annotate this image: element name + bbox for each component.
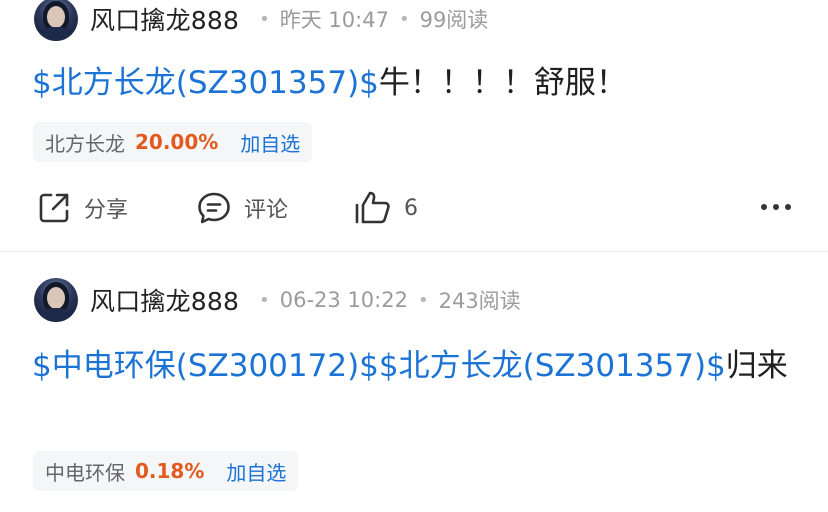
separator-dot: • — [398, 8, 410, 30]
post-time: 06-23 10:22 — [279, 288, 408, 312]
more-button[interactable] — [760, 196, 792, 218]
action-bar: 分享 评论 6 — [0, 182, 828, 232]
separator-dot: • — [417, 289, 429, 311]
separator-dot: • — [259, 289, 270, 311]
stock-name: 中电环保 — [45, 460, 125, 485]
stock-change: 0.18% — [135, 459, 205, 483]
post-time: 昨天 10:47 — [279, 8, 389, 32]
avatar[interactable] — [34, 278, 78, 322]
comment-label: 评论 — [244, 198, 289, 223]
author-name[interactable]: 风口擒龙888 — [90, 1, 239, 37]
view-count: 99阅读 — [419, 8, 489, 32]
post-content: $北方长龙(SZ301357)$牛！！！！舒服！ — [32, 61, 792, 105]
post-meta: • 昨天 10:47 • 99阅读 — [249, 4, 488, 34]
post-text: 归来 — [725, 348, 788, 384]
like-button[interactable]: 6 — [354, 190, 418, 226]
comment-button[interactable]: 评论 — [196, 190, 288, 226]
separator-dot: • — [259, 8, 270, 30]
like-count: 6 — [404, 195, 418, 221]
author-row: 风口擒龙888 • 昨天 10:47 • 99阅读 — [34, 0, 488, 43]
share-button[interactable]: 分享 — [36, 190, 128, 226]
post-divider — [0, 251, 828, 252]
add-watchlist-button[interactable]: 加自选 — [226, 457, 286, 486]
cashtag-link[interactable]: $北方长龙(SZ301357)$ — [32, 65, 379, 101]
author-row: 风口擒龙888 • 06-23 10:22 • 243阅读 — [34, 276, 521, 324]
stock-chip[interactable]: 中电环保 0.18% 加自选 — [33, 451, 299, 491]
add-watchlist-button[interactable]: 加自选 — [240, 128, 300, 157]
post-content: $中电环保(SZ300172)$$北方长龙(SZ301357)$归来 — [32, 344, 792, 388]
stock-change: 20.00% — [135, 130, 219, 154]
share-label: 分享 — [84, 198, 129, 223]
stock-chip[interactable]: 北方长龙 20.00% 加自选 — [33, 122, 313, 162]
post-text: 牛！！！！舒服！ — [378, 65, 627, 101]
post-meta: • 06-23 10:22 • 243阅读 — [249, 285, 521, 315]
more-dots-icon — [760, 196, 792, 218]
avatar[interactable] — [34, 0, 78, 41]
view-count: 243阅读 — [438, 289, 521, 313]
cashtag-link[interactable]: $中电环保(SZ300172)$ — [32, 348, 379, 384]
cashtag-link[interactable]: $北方长龙(SZ301357)$ — [379, 348, 726, 384]
author-name[interactable]: 风口擒龙888 — [90, 282, 239, 318]
comment-icon — [196, 190, 232, 226]
stock-name: 北方长龙 — [45, 131, 125, 156]
share-icon — [36, 190, 72, 226]
thumbs-up-icon — [354, 190, 392, 226]
